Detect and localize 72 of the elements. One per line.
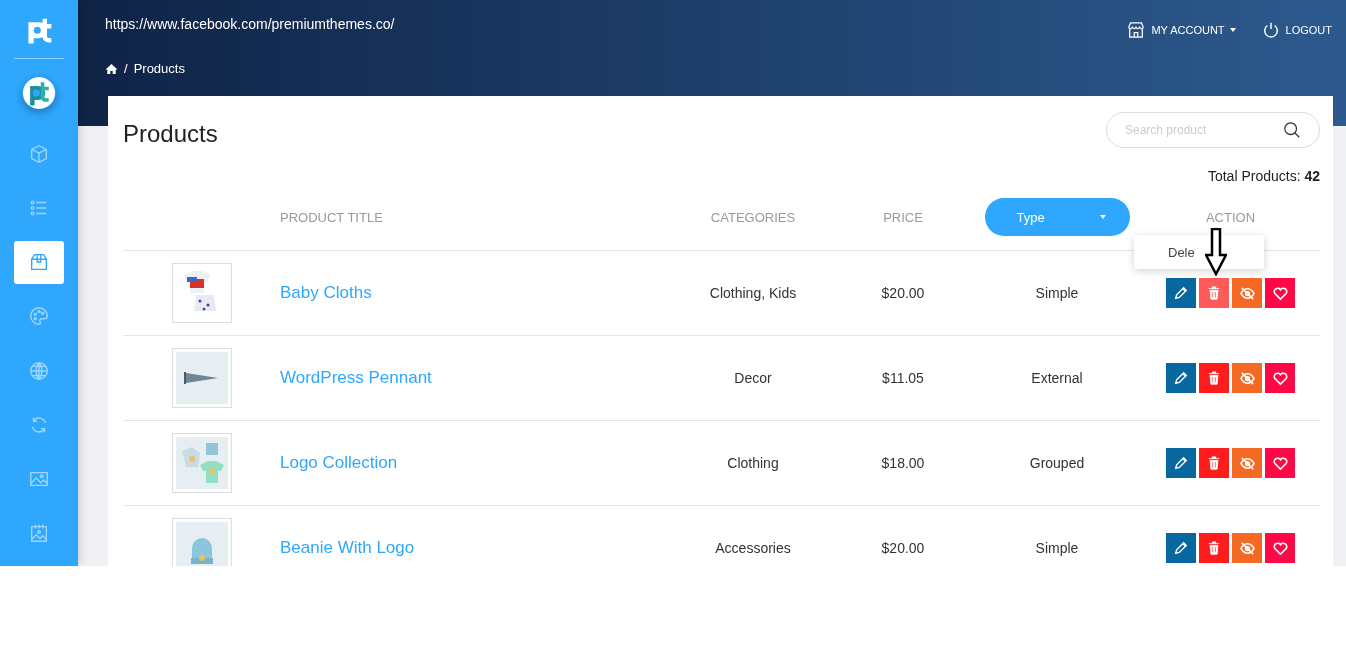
hide-button[interactable] — [1232, 278, 1262, 308]
edit-button[interactable] — [1166, 363, 1196, 393]
table-cell: Clothing, Kids — [709, 285, 797, 301]
trash-icon — [1207, 371, 1221, 385]
heart-icon — [1272, 540, 1288, 556]
heart-icon — [1272, 285, 1288, 301]
type-dropdown[interactable]: Type — [984, 198, 1130, 236]
column-header: PRODUCT TITLE — [280, 210, 383, 225]
column-header: ACTION — [1205, 209, 1256, 225]
down-arrow — [1205, 228, 1227, 276]
delete-button[interactable] — [1199, 448, 1229, 478]
eye-slash-icon — [1239, 370, 1255, 386]
pencil-icon — [1174, 541, 1188, 555]
power-icon — [1261, 21, 1280, 39]
pencil-icon — [1174, 456, 1188, 470]
product-title-link[interactable]: Beanie With Logo — [280, 538, 415, 557]
hide-button[interactable] — [1232, 448, 1262, 478]
cube-icon — [28, 142, 50, 165]
trash-icon — [1207, 286, 1221, 300]
pencil-icon — [1174, 286, 1188, 300]
heart-icon — [1272, 455, 1288, 471]
store-icon — [1127, 21, 1146, 39]
hide-button[interactable] — [1232, 363, 1262, 393]
table-cell: Simple — [1035, 540, 1079, 556]
favorite-button[interactable] — [1265, 448, 1295, 478]
home-icon[interactable] — [105, 62, 118, 75]
calendar-icon — [28, 522, 50, 545]
product-title-link[interactable]: Baby Cloths — [280, 283, 372, 302]
table-cell: Grouped — [1029, 455, 1085, 471]
favorite-button[interactable] — [1265, 278, 1295, 308]
product-title-link[interactable]: WordPress Pennant — [280, 368, 432, 387]
edit-button[interactable] — [1166, 533, 1196, 563]
table-cell: External — [1031, 370, 1083, 386]
table-cell: Clothing — [727, 455, 779, 471]
eye-slash-icon — [1239, 455, 1255, 471]
product-title-link[interactable]: Logo Collection — [280, 453, 398, 472]
breadcrumb-item[interactable]: Products — [133, 61, 185, 76]
page-title: Products — [123, 119, 218, 148]
delete-button[interactable] — [1199, 533, 1229, 563]
delete-button[interactable] — [1199, 363, 1229, 393]
column-header: PRICE — [883, 210, 923, 225]
column-header: CATEGORIES — [710, 210, 796, 225]
sidebar-item[interactable] — [14, 240, 64, 284]
table-cell: $18.00 — [881, 455, 925, 471]
edit-button[interactable] — [1166, 278, 1196, 308]
table-cell: Simple — [1035, 285, 1079, 301]
table-cell: $20.00 — [881, 285, 925, 301]
edit-button[interactable] — [1166, 448, 1196, 478]
avatar-icon[interactable] — [22, 77, 56, 110]
my-account-menu[interactable]: MY ACCOUNT — [1151, 21, 1236, 39]
heart-icon — [1272, 370, 1288, 386]
favorite-button[interactable] — [1265, 363, 1295, 393]
delete-button[interactable] — [1199, 278, 1229, 308]
palette-icon — [28, 305, 50, 328]
globe-icon — [28, 359, 50, 382]
logout-button[interactable]: LOGOUT — [1285, 21, 1332, 39]
table-cell: Decor — [734, 370, 772, 386]
trash-icon — [1207, 541, 1221, 555]
table-cell: $11.05 — [882, 370, 924, 386]
favorite-button[interactable] — [1265, 533, 1295, 563]
hide-button[interactable] — [1232, 533, 1262, 563]
tooltip: Dele — [1134, 235, 1264, 269]
table-cell: Accessories — [715, 540, 791, 556]
trash-icon — [1207, 456, 1221, 470]
table-cell: $20.00 — [881, 540, 925, 556]
total-products-label: Total Products: 42 — [1207, 168, 1320, 184]
search-icon[interactable] — [1283, 120, 1301, 139]
breadcrumb-separator: / — [124, 61, 128, 76]
eye-slash-icon — [1239, 285, 1255, 301]
page-url: https://www.facebook.com/premiumthemes.co/ — [105, 16, 395, 32]
pencil-icon — [1174, 371, 1188, 385]
eye-slash-icon — [1239, 540, 1255, 556]
